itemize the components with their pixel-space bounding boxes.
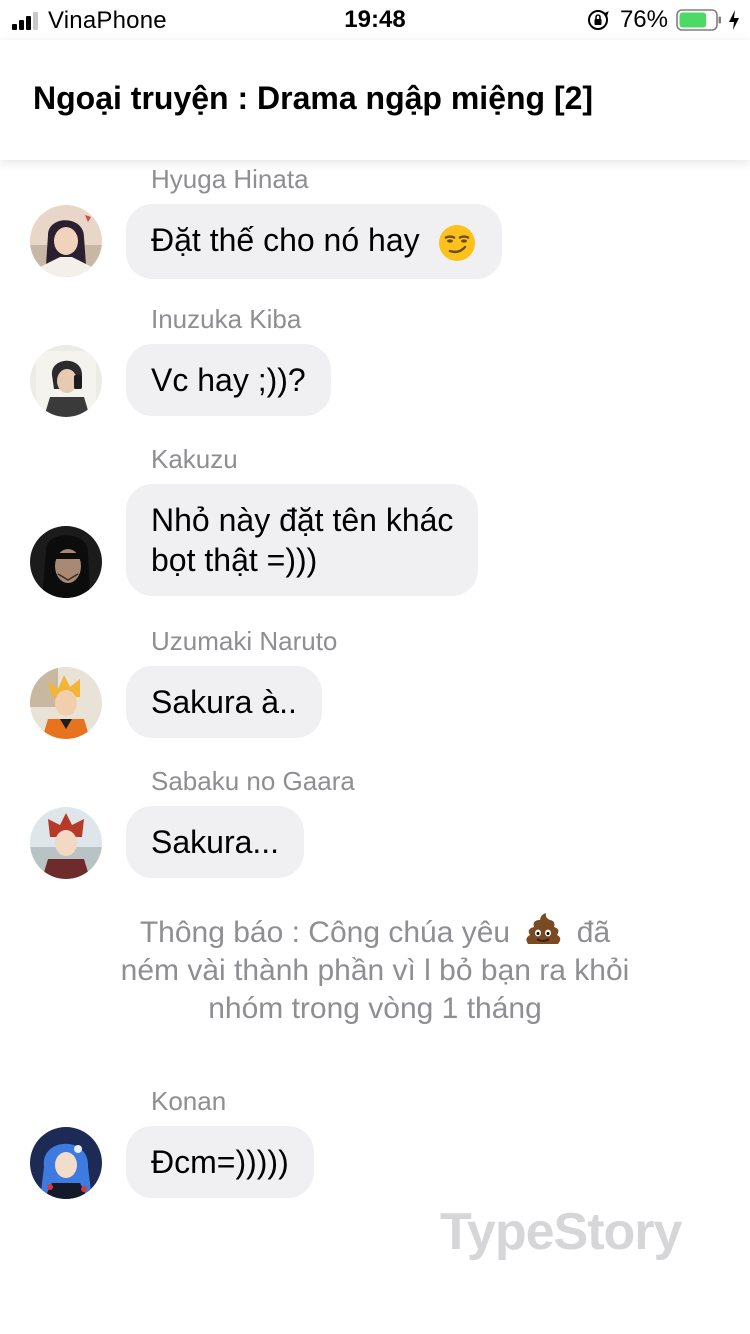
sender-name: Konan bbox=[151, 1086, 227, 1116]
message-bubble[interactable]: Nhỏ này đặt tên khác bọt thật =))) bbox=[126, 484, 479, 596]
message-text: Sakura... bbox=[151, 824, 280, 860]
sender-name: Sabaku no Gaara bbox=[151, 766, 355, 796]
watermark-logo: TypeStory bbox=[440, 1203, 682, 1261]
message-bubble[interactable]: Vc hay ;))? bbox=[126, 344, 331, 416]
notice-line: Thông báo : Công chúa yêu đã bbox=[90, 912, 660, 952]
sender-name: Uzumaki Naruto bbox=[151, 626, 338, 656]
status-bar: VinaPhone 19:48 76% bbox=[0, 0, 750, 40]
message-text-line: bọt thật =))) bbox=[151, 542, 318, 578]
message-bubble[interactable]: Sakura... bbox=[126, 806, 305, 878]
charging-bolt-icon bbox=[729, 10, 739, 30]
avatar-sabaku-no-gaara[interactable] bbox=[30, 807, 102, 879]
message-text: Vc hay ;))? bbox=[151, 362, 306, 398]
avatar-uzumaki-naruto[interactable] bbox=[30, 667, 102, 739]
avatar-hyuga-hinata[interactable] bbox=[30, 205, 102, 277]
chat-area: Hyuga Hinata Đặt thế cho nó hay Inuzuka … bbox=[0, 160, 750, 1334]
battery-icon bbox=[676, 9, 721, 31]
message-text: Đặt thế cho nó hay bbox=[151, 222, 420, 258]
system-notice: Thông báo : Công chúa yêu đã ném vài thà… bbox=[90, 912, 660, 1028]
message-text-line: Nhỏ này đặt tên khác bbox=[151, 502, 454, 538]
sender-name: Kakuzu bbox=[151, 444, 238, 474]
avatar-konan[interactable] bbox=[30, 1127, 102, 1199]
poo-emoji-icon bbox=[526, 913, 561, 944]
notice-text: đã bbox=[576, 916, 611, 949]
notice-line: ném vài thành phần vì l bỏ bạn ra khỏi bbox=[120, 954, 630, 987]
smirk-emoji-icon bbox=[438, 224, 475, 261]
avatar-kakuzu[interactable] bbox=[30, 526, 102, 598]
message-bubble[interactable]: Đcm=))))) bbox=[126, 1126, 314, 1198]
chat-title: Ngoại truyện : Drama ngập miệng [2] bbox=[33, 80, 594, 116]
message-bubble[interactable]: Sakura à.. bbox=[126, 666, 322, 738]
notice-line: nhóm trong vòng 1 tháng bbox=[208, 992, 542, 1025]
message-text: Sakura à.. bbox=[151, 684, 297, 720]
sender-name: Hyuga Hinata bbox=[151, 164, 309, 194]
battery-percent: 76% bbox=[619, 6, 668, 33]
chat-header: Ngoại truyện : Drama ngập miệng [2] bbox=[0, 40, 750, 160]
sender-name: Inuzuka Kiba bbox=[151, 304, 302, 334]
rotation-lock-icon bbox=[587, 10, 609, 30]
avatar-inuzuka-kiba[interactable] bbox=[30, 345, 102, 417]
message-bubble[interactable]: Đặt thế cho nó hay bbox=[126, 204, 502, 279]
notice-text: Thông báo : Công chúa yêu bbox=[139, 916, 511, 949]
message-text: Đcm=))))) bbox=[151, 1144, 289, 1180]
status-right: 76% bbox=[586, 6, 740, 34]
